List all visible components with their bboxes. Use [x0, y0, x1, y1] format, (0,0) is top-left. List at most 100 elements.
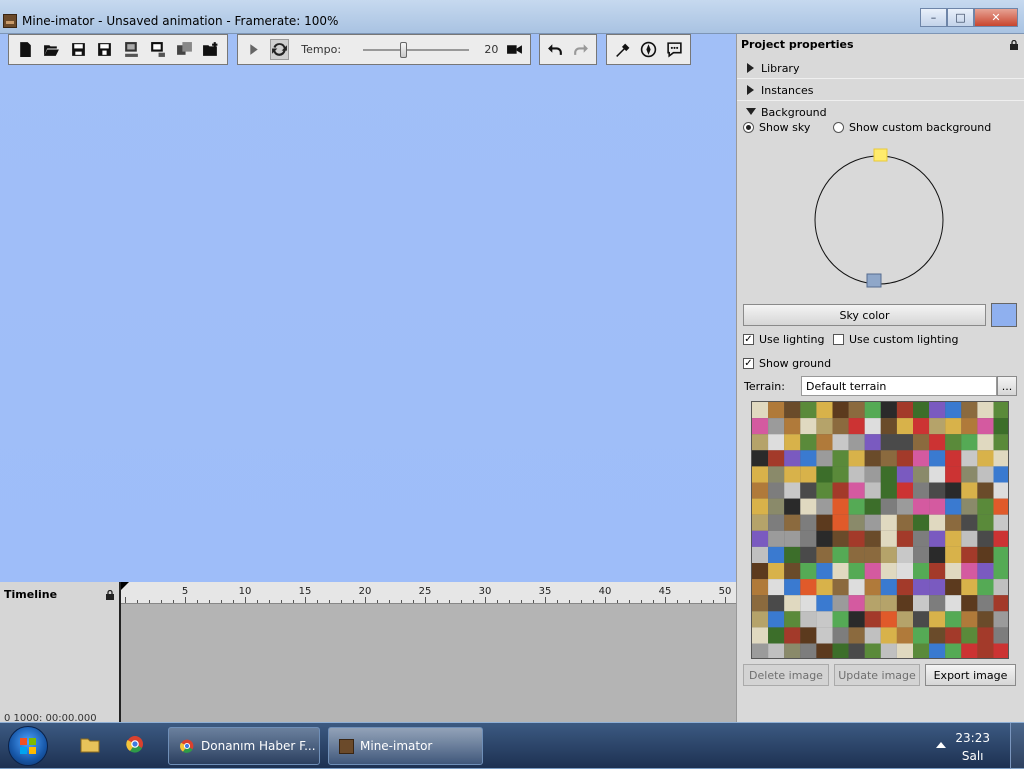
- lock-icon[interactable]: [105, 590, 115, 600]
- terrain-tile: [993, 418, 1008, 435]
- terrain-tile: [993, 466, 1008, 483]
- timeline-ruler[interactable]: 5 10 15 20 25 30 35 40 45 50: [121, 582, 736, 604]
- render-image-icon[interactable]: [148, 39, 169, 60]
- window-title: Mine-imator - Unsaved animation - Framer…: [22, 14, 339, 28]
- terrain-tile: [913, 643, 930, 658]
- terrain-tile: [945, 514, 962, 531]
- timeline[interactable]: Timeline 0 1000: 00:00.000 5 10 15 20 25 30 35…: [0, 582, 736, 724]
- terrain-tile: [768, 643, 785, 658]
- show-desktop-button[interactable]: [1010, 723, 1024, 769]
- taskbar-item-mine-imator[interactable]: Mine-imator: [328, 727, 483, 765]
- chrome-icon[interactable]: [125, 735, 145, 753]
- taskbar-item-browser[interactable]: Donanım Haber F...: [168, 727, 320, 765]
- lock-icon[interactable]: [1009, 40, 1019, 50]
- terrain-tile: [864, 402, 881, 419]
- export-image-button[interactable]: Export image: [925, 664, 1016, 686]
- terrain-tile: [977, 579, 994, 596]
- sun-icon[interactable]: [873, 148, 888, 162]
- section-instances[interactable]: Instances: [737, 79, 1024, 101]
- viewport[interactable]: [0, 34, 736, 582]
- terrain-tile: [800, 482, 817, 499]
- section-library[interactable]: Library: [737, 57, 1024, 79]
- terrain-field[interactable]: Default terrain: [801, 376, 997, 396]
- ruler-tick: [437, 600, 438, 603]
- start-button[interactable]: [8, 726, 48, 766]
- terrain-tile: [848, 434, 865, 451]
- terrain-tile: [945, 611, 962, 628]
- redo-icon[interactable]: [571, 39, 590, 60]
- maximize-button[interactable]: □: [947, 8, 974, 27]
- ruler-tick: [557, 600, 558, 603]
- terrain-tile: [800, 611, 817, 628]
- compass-icon[interactable]: [639, 39, 659, 60]
- terrain-tile: [784, 611, 801, 628]
- new-icon[interactable]: [15, 39, 36, 60]
- ruler-tick: [281, 600, 282, 603]
- expand-arrow-icon: [747, 63, 754, 73]
- ruler-tick: [713, 600, 714, 603]
- terrain-tile: [945, 466, 962, 483]
- terrain-tile: [929, 563, 946, 580]
- undo-icon[interactable]: [546, 39, 565, 60]
- terrain-tile: [816, 418, 833, 435]
- terrain-tile: [752, 595, 769, 612]
- show-custom-background-radio[interactable]: [833, 122, 844, 133]
- open-folder-icon[interactable]: [201, 39, 222, 60]
- sky-color-swatch[interactable]: [991, 303, 1017, 327]
- terrain-tile: [929, 579, 946, 596]
- terrain-tile: [784, 546, 801, 563]
- render-movie-icon[interactable]: [121, 39, 142, 60]
- sky-color-button[interactable]: Sky color: [743, 304, 986, 326]
- show-ground-label: Show ground: [759, 357, 832, 370]
- loop-icon[interactable]: [269, 39, 290, 60]
- terrain-tile: [832, 514, 849, 531]
- terrain-tile: [864, 514, 881, 531]
- terrain-tile: [880, 530, 897, 547]
- moon-icon[interactable]: [866, 273, 882, 288]
- sun-position-dial[interactable]: [811, 147, 947, 289]
- tray-expand-icon[interactable]: [936, 742, 946, 748]
- terrain-tile: [816, 579, 833, 596]
- terrain-tile: [961, 402, 978, 419]
- terrain-browse-button[interactable]: ...: [997, 376, 1017, 396]
- playhead-marker[interactable]: [121, 582, 131, 594]
- terrain-tile: [832, 402, 849, 419]
- use-custom-lighting-checkbox[interactable]: [833, 334, 844, 345]
- tempo-slider[interactable]: [363, 40, 470, 60]
- terrain-tile: [848, 595, 865, 612]
- camera-icon[interactable]: [504, 39, 524, 60]
- terrain-tile: [977, 563, 994, 580]
- import-icon[interactable]: [174, 39, 195, 60]
- terrain-tile: [880, 402, 897, 419]
- clock[interactable]: 23:23 Salı: [955, 729, 990, 765]
- terrain-tile: [784, 482, 801, 499]
- terrain-tile: [913, 402, 930, 419]
- show-sky-radio[interactable]: [743, 122, 754, 133]
- use-lighting-checkbox[interactable]: ✓: [743, 334, 754, 345]
- chat-icon[interactable]: [664, 39, 684, 60]
- minimize-button[interactable]: –: [920, 8, 947, 27]
- use-custom-lighting-label: Use custom lighting: [849, 333, 959, 346]
- terrain-tile: [848, 466, 865, 483]
- close-button[interactable]: ✕: [974, 8, 1018, 27]
- tempo-slider-thumb[interactable]: [400, 41, 408, 58]
- delete-image-button[interactable]: Delete image: [743, 664, 829, 686]
- terrain-tile: [768, 482, 785, 499]
- play-icon[interactable]: [244, 39, 264, 60]
- settings-icon[interactable]: [613, 39, 633, 60]
- terrain-tile: [752, 530, 769, 547]
- terrain-tile: [800, 546, 817, 563]
- show-ground-checkbox[interactable]: ✓: [743, 358, 754, 369]
- save-as-icon[interactable]: [95, 39, 116, 60]
- terrain-tile: [977, 611, 994, 628]
- update-image-button[interactable]: Update image: [834, 664, 920, 686]
- terrain-tile: [816, 611, 833, 628]
- section-background[interactable]: Background: [737, 101, 1024, 123]
- explorer-icon[interactable]: [80, 735, 100, 753]
- open-icon[interactable]: [42, 39, 63, 60]
- terrain-tile: [848, 498, 865, 515]
- terrain-tile: [832, 563, 849, 580]
- terrain-tile: [880, 627, 897, 644]
- terrain-tile: [800, 514, 817, 531]
- save-icon[interactable]: [68, 39, 89, 60]
